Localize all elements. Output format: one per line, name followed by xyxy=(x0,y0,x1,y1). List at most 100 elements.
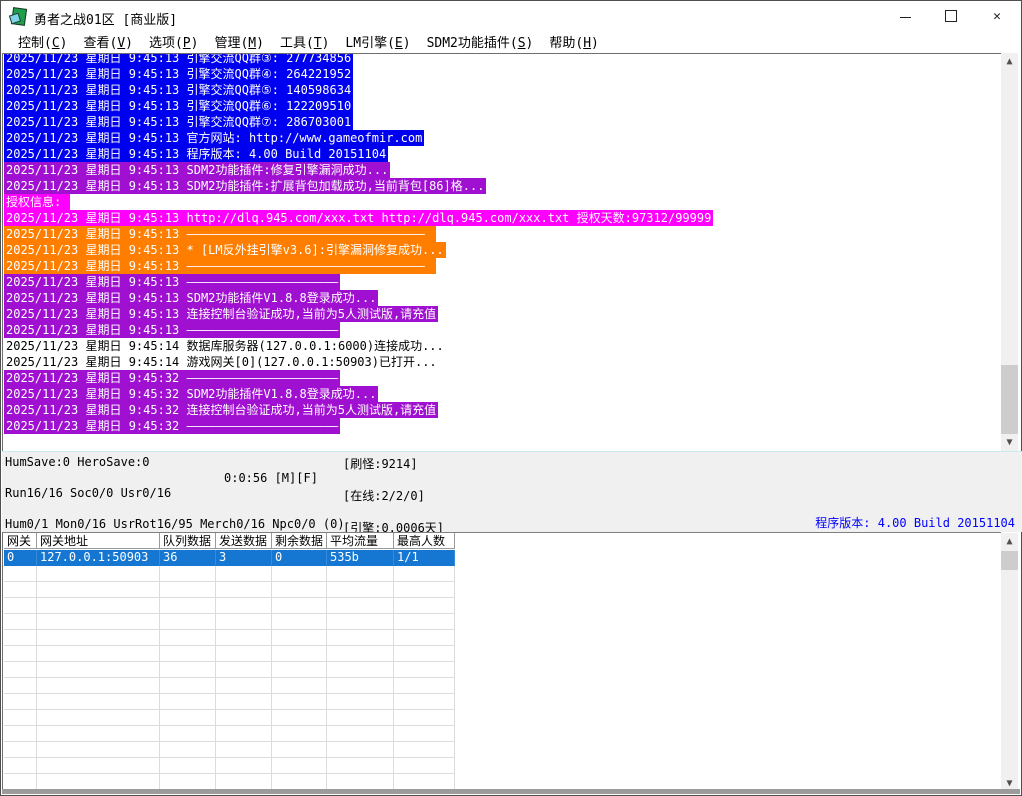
empty-cell xyxy=(4,710,37,726)
gateway-row[interactable]: 0 127.0.0.1:50903 36 3 0 535b 1/1 xyxy=(4,550,455,566)
scroll-up-icon[interactable]: ▲ xyxy=(1001,53,1018,70)
menu-item-label-end: ) xyxy=(591,36,599,51)
close-button[interactable]: ✕ xyxy=(974,1,1020,31)
menu-item-label: 选项( xyxy=(148,36,183,51)
empty-row xyxy=(4,646,455,662)
header-cell-4[interactable]: 剩余数据 xyxy=(272,533,327,549)
gateway-table-panel: 网关 网关地址 队列数据 发送数据 剩余数据 平均流量 最高人数 0 127.0.0.1:50… xyxy=(2,532,1001,792)
empty-cell xyxy=(394,774,455,790)
log-line-text: 2025/11/23 星期日 9:45:32 SDM2功能插件V1.8.8登录成… xyxy=(4,386,379,402)
cell: 1/1 xyxy=(394,550,455,566)
empty-cell xyxy=(160,742,216,758)
scroll-down-icon[interactable]: ▼ xyxy=(1001,434,1018,451)
log-line-text: 2025/11/23 星期日 9:45:13 SDM2功能插件V1.8.8登录成… xyxy=(4,290,379,306)
empty-row xyxy=(4,726,455,742)
menu-item-V[interactable]: 查看(V) xyxy=(75,31,140,52)
window-title: 勇者之战01区 [商业版] xyxy=(34,13,178,28)
menu-accel-key: E xyxy=(394,36,403,51)
empty-cell xyxy=(216,694,272,710)
log-line-text: 2025/11/23 星期日 9:45:13 —————————————————… xyxy=(4,258,436,274)
log-line: 2025/11/23 星期日 9:45:32 连接控制台验证成功,当前为5人测试… xyxy=(4,402,1001,418)
menu-accel-key: S xyxy=(517,36,526,51)
log-line: 2025/11/23 星期日 9:45:32 SDM2功能插件V1.8.8登录成… xyxy=(4,386,1001,402)
menu-item-P[interactable]: 选项(P) xyxy=(141,31,206,52)
empty-cell xyxy=(272,630,327,646)
header-cell-1[interactable]: 网关地址 xyxy=(37,533,160,549)
maximize-icon xyxy=(945,10,957,22)
log-scrollbar[interactable]: ▲ ▼ xyxy=(1001,53,1018,451)
empty-cell xyxy=(4,678,37,694)
empty-cell xyxy=(216,726,272,742)
minimize-button[interactable] xyxy=(882,1,928,31)
table-scrollbar[interactable]: ▲ ▼ xyxy=(1001,533,1018,792)
menu-item-H[interactable]: 帮助(H) xyxy=(541,31,606,52)
empty-cell xyxy=(272,694,327,710)
empty-cell xyxy=(216,710,272,726)
empty-row xyxy=(4,678,455,694)
empty-cell xyxy=(4,662,37,678)
log-line: 2025/11/23 星期日 9:45:13 —————————————————… xyxy=(4,226,1001,242)
log-line: 2025/11/23 星期日 9:45:13 引擎交流QQ群⑥: 1222095… xyxy=(4,98,1001,114)
menu-item-label-end: ) xyxy=(256,36,264,51)
header-cell-5[interactable]: 平均流量 xyxy=(327,533,394,549)
scroll-up-icon[interactable]: ▲ xyxy=(1001,533,1018,550)
empty-row xyxy=(4,566,455,582)
menu-item-C[interactable]: 控制(C) xyxy=(10,31,75,52)
empty-cell xyxy=(160,630,216,646)
empty-cell xyxy=(394,598,455,614)
log-line-text: 2025/11/23 星期日 9:45:13 引擎交流QQ群③: 2777348… xyxy=(4,54,354,66)
maximize-button[interactable] xyxy=(928,1,974,31)
empty-cell xyxy=(272,758,327,774)
empty-cell xyxy=(327,566,394,582)
status-right: [刷怪:9214] [在线:2/2/0] [引擎:0.0006天] xyxy=(343,456,444,536)
log-line: 2025/11/23 星期日 9:45:13 SDM2功能插件V1.8.8登录成… xyxy=(4,290,1001,306)
menu-item-label-end: ) xyxy=(125,36,133,51)
menu-item-E[interactable]: LM引擎(E) xyxy=(337,31,418,52)
empty-cell xyxy=(37,742,160,758)
header-cell-0[interactable]: 网关 xyxy=(4,533,37,549)
menu-item-M[interactable]: 管理(M) xyxy=(206,31,271,52)
minimize-icon xyxy=(899,16,911,18)
empty-cell xyxy=(394,566,455,582)
empty-cell xyxy=(4,694,37,710)
log-line-text: 2025/11/23 星期日 9:45:13 SDM2功能插件:扩展背包加载成功… xyxy=(4,178,487,194)
table-scrollbar-thumb[interactable] xyxy=(1001,551,1018,570)
log-line: 2025/11/23 星期日 9:45:13 引擎交流QQ群⑦: 2867030… xyxy=(4,114,1001,130)
menu-item-label: 查看( xyxy=(83,36,118,51)
menu-item-label: 帮助( xyxy=(549,36,584,51)
menu-item-S[interactable]: SDM2功能插件(S) xyxy=(419,31,542,52)
empty-cell xyxy=(216,582,272,598)
menu-item-T[interactable]: 工具(T) xyxy=(272,31,337,52)
log-line: 2025/11/23 星期日 9:45:13 http://dlq.945.co… xyxy=(4,210,1001,226)
empty-cell xyxy=(37,694,160,710)
empty-cell xyxy=(216,742,272,758)
menu-item-label-end: ) xyxy=(321,36,330,51)
empty-cell xyxy=(160,758,216,774)
header-cell-3[interactable]: 发送数据 xyxy=(216,533,272,549)
empty-cell xyxy=(160,582,216,598)
empty-cell xyxy=(37,566,160,582)
table-body: 0 127.0.0.1:50903 36 3 0 535b 1/1 xyxy=(4,550,455,792)
cell: 0 xyxy=(272,550,327,566)
header-cell-6[interactable]: 最高人数 xyxy=(394,533,455,549)
empty-cell xyxy=(216,774,272,790)
empty-cell xyxy=(394,678,455,694)
log-line: 授权信息: xyxy=(4,194,1001,210)
menu-item-label: LM引擎( xyxy=(345,36,395,51)
header-cell-2[interactable]: 队列数据 xyxy=(160,533,216,549)
status-panel: HumSave:0 HeroSave:0 Run16/16 Soc0/0 Usr… xyxy=(2,451,1022,592)
empty-cell xyxy=(327,694,394,710)
empty-cell xyxy=(37,582,160,598)
empty-cell xyxy=(272,774,327,790)
log-line-text: 2025/11/23 星期日 9:45:13 引擎交流QQ群⑤: 1405986… xyxy=(4,82,354,98)
empty-cell xyxy=(37,598,160,614)
bottom-resize-strip[interactable] xyxy=(2,789,1020,794)
empty-cell xyxy=(4,614,37,630)
status-online: [在线:2/2/0] xyxy=(343,489,425,503)
menu-item-label-end: ) xyxy=(190,36,199,51)
empty-cell xyxy=(160,678,216,694)
log-line-text: 2025/11/23 星期日 9:45:13 —————————————————… xyxy=(4,274,341,290)
empty-cell xyxy=(327,598,394,614)
log-scrollbar-thumb[interactable] xyxy=(1001,365,1018,434)
app-icon[interactable] xyxy=(8,7,28,26)
